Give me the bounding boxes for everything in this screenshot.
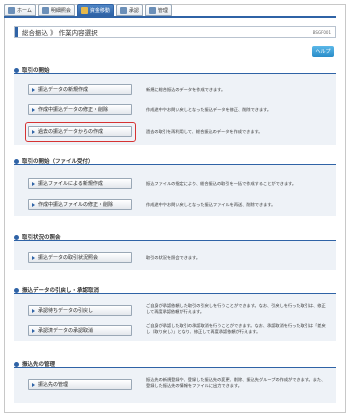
section-bullet-icon <box>14 287 19 293</box>
global-nav-tabs: ホーム 明細照会 資金移動 承認 管理 <box>4 4 172 16</box>
button-label: 振込データの取引状況照会 <box>38 255 99 261</box>
arrow-right-icon <box>32 87 35 92</box>
tab-home[interactable]: ホーム <box>4 4 36 16</box>
section-bullet-icon <box>14 67 19 73</box>
tab-label: 管理 <box>157 7 168 14</box>
arrow-right-icon <box>32 255 35 260</box>
tab-underline <box>4 16 336 18</box>
home-icon <box>8 6 15 14</box>
recall-pending-button[interactable]: 承認待ちデータの引戻し <box>28 305 132 316</box>
check-icon <box>119 6 127 14</box>
tab-label: ホーム <box>17 7 32 14</box>
tab-statement[interactable]: 明細照会 <box>37 4 75 16</box>
arrow-right-icon <box>32 382 35 387</box>
item-description: 取引の状況を照会できます。 <box>146 255 201 260</box>
tab-label: 資金移動 <box>89 7 110 14</box>
tab-label: 明細照会 <box>50 7 71 14</box>
cancel-approval-button[interactable]: 承認済データの承認取消 <box>28 325 132 336</box>
arrow-right-icon <box>32 181 35 186</box>
page-title: 総合振込 》 作業内容選択 <box>22 29 98 37</box>
item-description: 作成途中やお問い戻しとなった振込ファイルを再送、削除できます。 <box>146 202 276 207</box>
button-label: 振込先の管理 <box>38 382 69 388</box>
item-description: 作成途中やお問い戻しとなった振込データを修正、削除できます。 <box>146 107 272 112</box>
button-label: 承認待ちデータの引戻し <box>38 308 94 314</box>
item-description: 振込ファイルの指定により、総合振込の取引を一括で作成することができます。 <box>146 181 297 186</box>
tab-transfer[interactable]: 資金移動 <box>76 4 114 16</box>
admin-icon <box>148 6 156 14</box>
section-bullet-icon <box>14 361 19 367</box>
arrow-right-icon <box>32 308 35 313</box>
title-accent-bar <box>15 27 18 37</box>
page-title-bar: 総合振込 》 作業内容選択 BSGF001 <box>14 26 336 38</box>
document-icon <box>41 6 49 14</box>
item-description: ご自身が承認した取引の承認取消を行うことができます。なお、承認取消を行った取引は… <box>146 323 326 334</box>
section-bullet-icon <box>14 234 19 240</box>
arrow-right-icon <box>32 328 35 333</box>
tab-label: 承認 <box>128 7 139 14</box>
button-label: 承認済データの承認取消 <box>38 328 94 334</box>
section-bullet-icon <box>14 158 19 164</box>
item-description: 過去の取引を再利用して、総合振込のデータを作成できます。 <box>146 129 263 134</box>
item-description: 新規に総合振込のデータを作成できます。 <box>146 87 226 92</box>
item-description: 振込先の新規登録や、登録した振込先の変更、削除、振込先グループの作成ができます。… <box>146 377 326 388</box>
file-edit-button[interactable]: 作成中振込ファイルの修正・削除 <box>28 199 132 210</box>
button-label: 作成中振込ファイルの修正・削除 <box>38 202 114 208</box>
highlight-box <box>25 122 136 142</box>
new-transfer-data-button[interactable]: 振込データの新規作成 <box>28 84 132 95</box>
transfer-icon <box>80 6 88 14</box>
button-label: 作成中振込データの修正・削除 <box>38 107 109 113</box>
item-description: ご自身が承認依頼した取引の引戻しを行うことができます。なお、引戻しを行った取引は… <box>146 303 326 314</box>
button-label: 振込データの新規作成 <box>38 87 89 93</box>
edit-draft-button[interactable]: 作成中振込データの修正・削除 <box>28 104 132 115</box>
button-label: 振込ファイルによる新規作成 <box>38 181 103 187</box>
status-inquiry-button[interactable]: 振込データの取引状況照会 <box>28 252 132 263</box>
payee-management-button[interactable]: 振込先の管理 <box>28 379 132 390</box>
arrow-right-icon <box>32 107 35 112</box>
arrow-right-icon <box>32 202 35 207</box>
screen-id: BSGF001 <box>312 29 331 35</box>
help-button[interactable]: ヘルプ <box>312 46 334 57</box>
tab-approval[interactable]: 承認 <box>115 4 143 16</box>
tab-admin[interactable]: 管理 <box>144 4 172 16</box>
file-new-button[interactable]: 振込ファイルによる新規作成 <box>28 178 132 189</box>
